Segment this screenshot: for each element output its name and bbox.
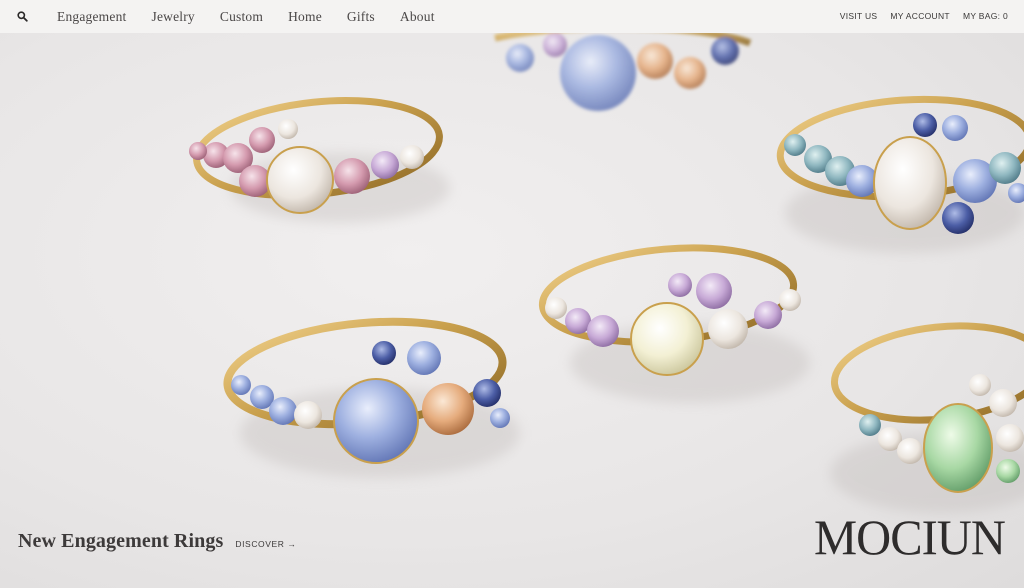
nav-item-about[interactable]: About: [387, 0, 447, 33]
my-bag-link[interactable]: MY BAG: 0: [963, 0, 1008, 33]
hero-title[interactable]: New Engagement Rings: [18, 530, 223, 553]
search-icon[interactable]: [0, 0, 44, 33]
primary-nav: Engagement Jewelry Custom Home Gifts Abo…: [44, 0, 447, 33]
my-account-link[interactable]: MY ACCOUNT: [890, 0, 950, 33]
nav-item-custom[interactable]: Custom: [207, 0, 275, 33]
nav-item-engagement[interactable]: Engagement: [44, 0, 139, 33]
visit-us-link[interactable]: VISIT US: [840, 0, 878, 33]
brand-logo[interactable]: MOCIUN: [814, 508, 1006, 566]
nav-item-gifts[interactable]: Gifts: [334, 0, 387, 33]
hero-rings-image: [189, 33, 1024, 513]
nav-item-jewelry[interactable]: Jewelry: [139, 0, 207, 33]
hero-banner[interactable]: New Engagement Rings DISCOVER → MOCIUN: [0, 33, 1024, 588]
secondary-nav: VISIT US MY ACCOUNT MY BAG: 0: [827, 0, 1024, 33]
top-navigation-bar: Engagement Jewelry Custom Home Gifts Abo…: [0, 0, 1024, 33]
nav-item-home[interactable]: Home: [276, 0, 335, 33]
discover-link[interactable]: DISCOVER →: [235, 539, 296, 549]
hero-caption: New Engagement Rings DISCOVER →: [18, 530, 297, 553]
